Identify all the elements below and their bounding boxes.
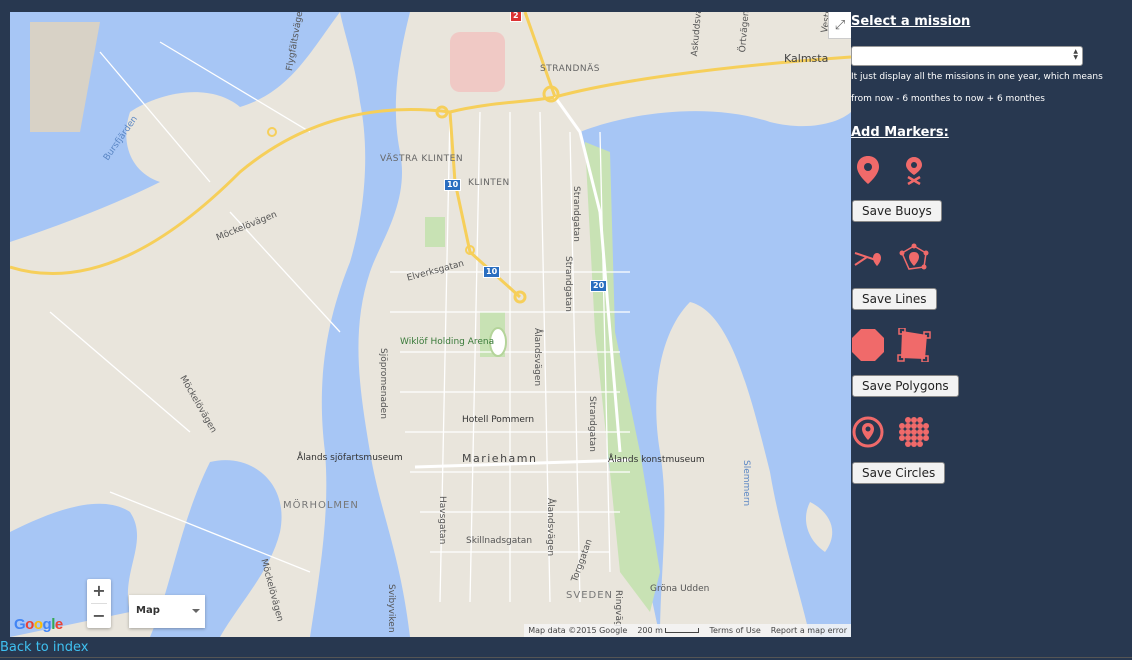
report-error-link[interactable]: Report a map error: [771, 626, 847, 635]
map-pin-icon[interactable]: [851, 153, 885, 187]
poi-label[interactable]: Hotell Pommern: [462, 415, 534, 425]
add-markers-title: Add Markers:: [851, 125, 949, 140]
road-label: Strandgatan: [571, 186, 581, 242]
octagon-icon[interactable]: [851, 328, 885, 362]
google-logo-letter: G: [14, 616, 26, 633]
route-shield: 10: [444, 179, 462, 191]
fullscreen-button[interactable]: ⤢: [828, 12, 851, 39]
terms-link[interactable]: Terms of Use: [709, 626, 760, 635]
save-buoys-button[interactable]: Save Buoys: [852, 200, 942, 222]
road-label: Sjöpromenaden: [378, 348, 388, 419]
road-label: Svibyviken: [386, 584, 396, 633]
map-type-select[interactable]: Map: [129, 595, 205, 628]
dot-grid-icon[interactable]: [897, 415, 931, 449]
mission-note: It just display all the missions in one …: [851, 72, 1103, 82]
area-label: STRANDNÄS: [540, 64, 601, 74]
poi-label[interactable]: Ålands konstmuseum: [608, 455, 705, 465]
area-label: MÖRHOLMEN: [283, 500, 359, 511]
spinner-icon: ▲ ▼: [1073, 48, 1078, 61]
road-label: Havsgatan: [437, 496, 447, 545]
google-logo-letter: e: [54, 616, 63, 633]
road-label: Ålandsvägen: [545, 498, 555, 557]
zoom-in-button[interactable]: +: [87, 579, 111, 603]
google-logo[interactable]: Google: [14, 616, 63, 633]
draw-line-icon[interactable]: [851, 241, 885, 275]
area-label: VÄSTRA KLINTEN: [380, 154, 464, 164]
back-to-index-link[interactable]: Back to index: [0, 640, 88, 655]
chevron-down-icon: [192, 609, 200, 613]
zoom-out-button[interactable]: −: [87, 604, 111, 628]
water-label: Slemmern: [741, 460, 751, 507]
zoom-control: + −: [87, 579, 111, 628]
area-label: KLINTEN: [468, 178, 510, 188]
save-polygons-button[interactable]: Save Polygons: [852, 375, 959, 397]
poi-label[interactable]: Ålands sjöfartsmuseum: [297, 453, 403, 463]
edit-line-icon[interactable]: [897, 241, 931, 275]
scale-indicator: 200 m: [637, 626, 700, 635]
place-label: Kalmsta: [784, 52, 829, 65]
expand-icon: ⤢: [834, 17, 846, 33]
select-mission-title: Select a mission: [851, 14, 971, 29]
poi-label[interactable]: Wiklöf Holding Arena: [400, 337, 494, 347]
pin-delete-icon[interactable]: [897, 153, 931, 187]
save-lines-button[interactable]: Save Lines: [852, 288, 937, 310]
circle-pin-icon[interactable]: [851, 415, 885, 449]
google-logo-letter: o: [33, 616, 43, 633]
road-label: Ålandsvägen: [532, 328, 542, 387]
map-view[interactable]: STRANDNÄS VÄSTRA KLINTEN KLINTEN MÖRHOLM…: [10, 12, 851, 637]
map-attribution: Map data ©2015 Google 200 m Terms of Use…: [524, 624, 851, 637]
save-circles-button[interactable]: Save Circles: [852, 462, 946, 484]
route-shield: 20: [590, 280, 608, 292]
town-label: Mariehamn: [462, 452, 538, 465]
mission-note: from now - 6 monthes to now + 6 monthes: [851, 94, 1045, 104]
map-base: [10, 12, 851, 637]
map-data-credit: Map data ©2015 Google: [528, 626, 628, 635]
area-label: SVEDEN: [566, 590, 614, 601]
road-label: Strandgatan: [587, 396, 597, 452]
google-logo-letter: o: [25, 616, 34, 633]
road-label: Skillnadsgatan: [466, 536, 533, 546]
divider: [0, 657, 1132, 658]
route-shield: 2: [510, 12, 522, 22]
road-label: Strandgatan: [563, 256, 573, 312]
edit-polygon-icon[interactable]: [897, 328, 931, 362]
mission-select[interactable]: ▲ ▼: [851, 46, 1083, 66]
place-label: Gröna Udden: [650, 584, 710, 594]
google-logo-letter: g: [42, 616, 52, 633]
road-label: Ringväg: [613, 590, 623, 627]
route-shield: 10: [483, 266, 501, 278]
map-type-label: Map: [136, 605, 160, 616]
